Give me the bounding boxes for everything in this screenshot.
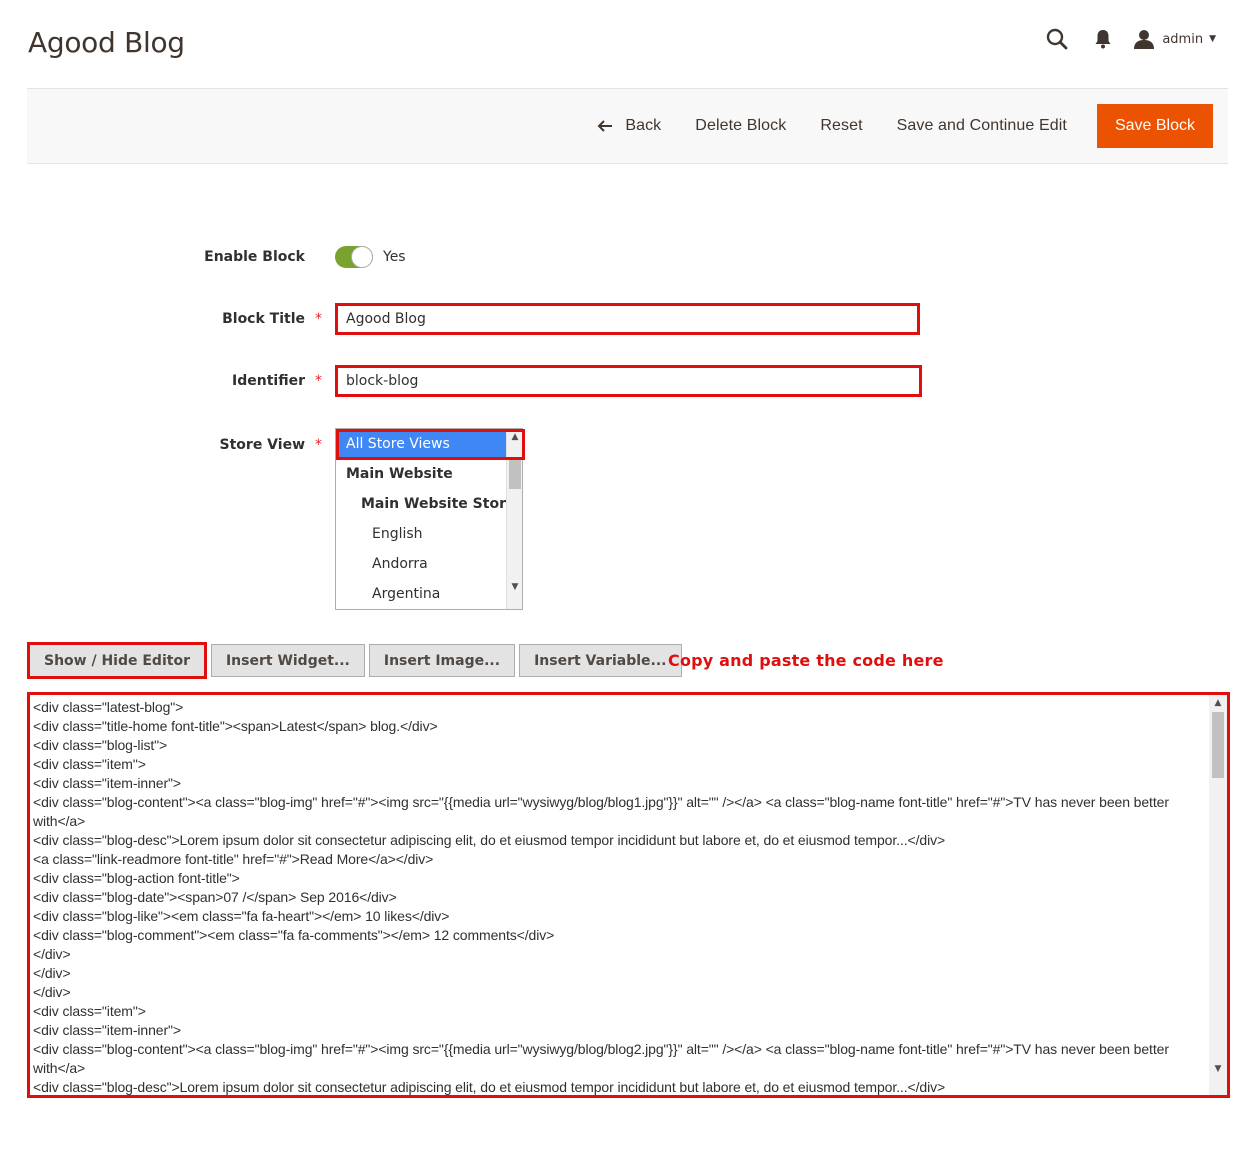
- code-line: </div>: [33, 965, 71, 981]
- required-asterisk: *: [315, 311, 322, 327]
- code-line: <div class="blog-like"><em class="fa fa-…: [33, 908, 450, 924]
- code-line: </div>: [33, 984, 71, 1000]
- code-content: <div class="latest-blog"> <div class="tit…: [33, 698, 1209, 1095]
- enable-block-value: Yes: [383, 249, 406, 265]
- admin-user-menu[interactable]: admin ▼: [1134, 29, 1216, 49]
- block-title-input[interactable]: [335, 303, 920, 335]
- code-line: <div class="blog-action font-title">: [33, 870, 240, 886]
- scroll-up-icon[interactable]: ▲: [507, 429, 522, 445]
- user-icon: [1134, 29, 1155, 49]
- editor-toolbar: Show / Hide Editor Insert Widget... Inse…: [27, 642, 686, 679]
- save-block-button[interactable]: Save Block: [1096, 104, 1213, 148]
- code-line: <div class="blog-comment"><em class="fa …: [33, 927, 555, 943]
- code-line: <div class="item-inner">: [33, 1022, 181, 1038]
- store-view-label: Store View: [219, 437, 305, 453]
- code-line: <div class="blog-list">: [33, 737, 168, 753]
- required-asterisk: *: [315, 373, 322, 389]
- bell-icon[interactable]: [1086, 22, 1120, 56]
- enable-block-label: Enable Block: [204, 249, 305, 265]
- store-view-scrollbar[interactable]: ▲ ▼: [506, 429, 522, 609]
- code-scrollbar[interactable]: ▲ ▼: [1209, 695, 1227, 1095]
- scroll-down-icon[interactable]: ▼: [1209, 1061, 1227, 1077]
- block-title-label: Block Title: [222, 311, 305, 327]
- code-line: <div class="blog-content"><a class="blog…: [33, 1041, 1173, 1076]
- scroll-up-icon[interactable]: ▲: [1209, 695, 1227, 711]
- required-asterisk: *: [315, 437, 322, 453]
- store-option-argentina[interactable]: Argentina: [336, 579, 522, 609]
- store-option-all[interactable]: All Store Views: [336, 429, 522, 459]
- code-line: <div class="title-home font-title"><span…: [33, 718, 438, 734]
- code-line: <div class="blog-date"><span>07 /</span>…: [33, 889, 397, 905]
- code-line: <a class="link-readmore font-title" href…: [33, 851, 434, 867]
- page-actions-bar: Back Delete Block Reset Save and Continu…: [27, 88, 1228, 164]
- store-option-main-website[interactable]: Main Website: [336, 459, 522, 489]
- content-code-textarea[interactable]: <div class="latest-blog"> <div class="tit…: [27, 692, 1230, 1098]
- code-line: <div class="blog-desc">Lorem ipsum dolor…: [33, 1079, 946, 1095]
- scroll-thumb[interactable]: [509, 459, 521, 489]
- identifier-input[interactable]: [335, 365, 922, 397]
- code-line: <div class="latest-blog">: [33, 699, 184, 715]
- store-option-andorra[interactable]: Andorra: [336, 549, 522, 579]
- show-hide-editor-button[interactable]: Show / Hide Editor: [27, 642, 207, 679]
- identifier-label: Identifier: [232, 373, 305, 389]
- header-actions: admin ▼: [1028, 22, 1216, 56]
- caret-down-icon: ▼: [1209, 34, 1216, 44]
- insert-variable-button[interactable]: Insert Variable...: [519, 644, 682, 677]
- scroll-down-icon[interactable]: ▼: [507, 579, 522, 595]
- identifier-row: Identifier *: [0, 365, 922, 397]
- store-option-main-website-store[interactable]: Main Website Store: [336, 489, 522, 519]
- code-line: </div>: [33, 946, 71, 962]
- code-line: <div class="item-inner">: [33, 775, 181, 791]
- back-button-label: Back: [625, 117, 662, 134]
- code-line: <div class="item">: [33, 756, 146, 772]
- insert-widget-button[interactable]: Insert Widget...: [210, 644, 365, 677]
- save-and-continue-button[interactable]: Save and Continue Edit: [881, 104, 1083, 148]
- search-icon[interactable]: [1040, 22, 1074, 56]
- reset-button[interactable]: Reset: [804, 104, 878, 148]
- admin-user-name: admin: [1162, 31, 1204, 47]
- back-button[interactable]: Back: [581, 104, 677, 148]
- arrow-left-icon: [597, 119, 613, 133]
- delete-block-button[interactable]: Delete Block: [679, 104, 802, 148]
- enable-block-toggle[interactable]: [335, 246, 373, 268]
- paste-code-hint: Copy and paste the code here: [668, 651, 944, 670]
- block-title-row: Block Title *: [0, 303, 920, 335]
- scroll-thumb[interactable]: [1212, 712, 1224, 778]
- enable-block-row: Enable Block Yes: [0, 245, 406, 269]
- code-line: <div class="blog-desc">Lorem ipsum dolor…: [33, 832, 946, 848]
- store-option-english[interactable]: English: [336, 519, 522, 549]
- store-view-row: Store View *: [0, 433, 335, 457]
- store-view-multiselect[interactable]: All Store Views Main Website Main Websit…: [335, 428, 523, 610]
- page-title: Agood Blog: [28, 26, 185, 59]
- code-line: <div class="blog-content"><a class="blog…: [33, 794, 1173, 829]
- insert-image-button[interactable]: Insert Image...: [368, 644, 516, 677]
- code-line: <div class="item">: [33, 1003, 146, 1019]
